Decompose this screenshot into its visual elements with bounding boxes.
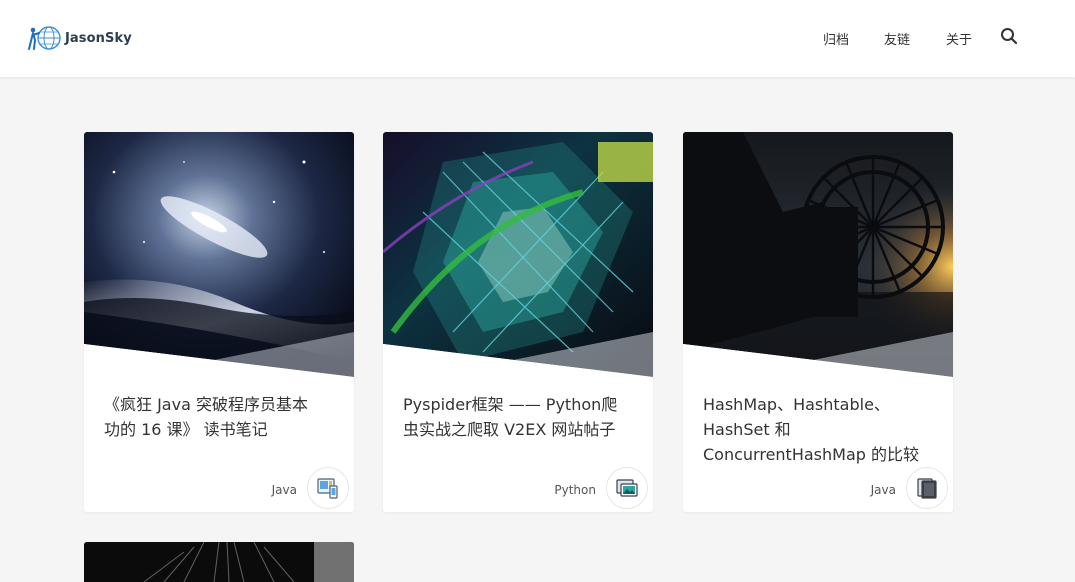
post-title-line: HashMap、Hashtable、 [703,395,890,414]
post-title[interactable]: 《疯狂 Java 突破程序员基本 功的 16 课》 读书笔记 [104,392,336,442]
post-cover-image[interactable] [683,132,953,377]
post-title-line: 《疯狂 Java 突破程序员基本 [104,395,308,414]
post-title-line: 虫实战之爬取 V2EX 网站帖子 [403,420,616,439]
post-title-line: 功的 16 课》 读书笔记 [104,420,268,439]
post-title[interactable]: HashMap、Hashtable、 HashSet 和 ConcurrentH… [703,392,935,467]
post-cover-image[interactable] [84,542,354,582]
nav-about[interactable]: 关于 [946,29,972,48]
site-logo[interactable]: JasonSky [28,22,132,54]
monitor-window-icon [606,467,648,509]
post-card[interactable]: HashMap、Hashtable、 HashSet 和 ConcurrentH… [683,132,953,512]
post-category[interactable]: Python [554,483,596,497]
post-title-line: Pyspider框架 —— Python爬 [403,395,618,414]
globe-logo-icon [28,26,61,50]
nav-archive[interactable]: 归档 [823,29,849,48]
post-category[interactable]: Java [272,483,297,497]
post-cover-image[interactable] [84,132,354,377]
post-card[interactable]: Pyspider框架 —— Python爬 虫实战之爬取 V2EX 网站帖子 P… [383,132,653,512]
post-category[interactable]: Java [871,483,896,497]
nav-links[interactable]: 友链 [884,29,910,48]
post-title-line: ConcurrentHashMap 的比较 [703,445,919,464]
search-icon[interactable] [1000,27,1018,45]
logo-text: JasonSky [65,30,132,46]
post-card[interactable]: 《疯狂 Java 突破程序员基本 功的 16 课》 读书笔记 Java [84,132,354,512]
post-card-partial[interactable] [84,542,354,582]
site-header: JasonSky 归档 友链 关于 [0,0,1075,77]
document-stack-icon [906,467,948,509]
post-title-line: HashSet 和 [703,420,791,439]
post-title[interactable]: Pyspider框架 —— Python爬 虫实战之爬取 V2EX 网站帖子 [403,392,635,442]
tablet-phone-icon [307,467,349,509]
post-cover-image[interactable] [383,132,653,377]
